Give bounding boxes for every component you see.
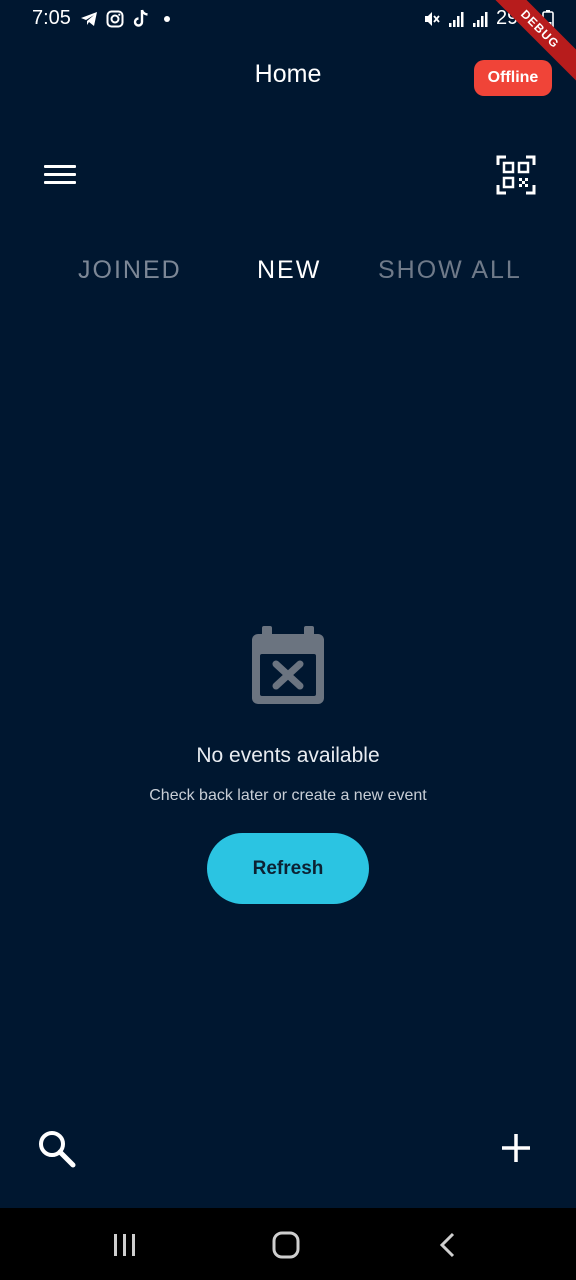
tab-new[interactable]: NEW: [257, 256, 321, 285]
status-bar: 7:05: [0, 0, 576, 38]
search-icon: [39, 1131, 76, 1168]
home-screen: 7:05 DEBUG Home Offline JOINED NEW SHOW …: [0, 0, 576, 1280]
event-tabs: JOINED NEW SHOW ALL: [0, 256, 576, 292]
refresh-button[interactable]: Refresh: [207, 833, 369, 904]
back-icon: [439, 1232, 455, 1258]
status-time: 7:05: [32, 7, 71, 29]
mute-icon: [425, 11, 440, 26]
tiktok-icon: [133, 9, 148, 27]
recent-apps-icon: [114, 1234, 135, 1256]
hamburger-menu-icon: [44, 173, 76, 176]
add-icon: [502, 1134, 530, 1162]
notification-dot-icon: [164, 16, 170, 22]
calendar-cancel-icon: [252, 626, 324, 704]
home-nav-button[interactable]: [272, 1231, 300, 1259]
qr-code-scan-icon: [496, 155, 536, 195]
signal-icon: [449, 11, 464, 27]
signal-icon: [473, 11, 488, 27]
recent-apps-button[interactable]: [112, 1233, 138, 1257]
hamburger-menu-icon: [44, 165, 76, 168]
instagram-icon: [106, 10, 124, 28]
hamburger-menu-icon: [44, 181, 76, 184]
offline-status-badge: Offline: [474, 60, 552, 96]
qr-scan-button[interactable]: [496, 155, 536, 195]
telegram-icon: [81, 12, 97, 26]
search-button[interactable]: [36, 1128, 78, 1170]
back-nav-button[interactable]: [438, 1232, 458, 1258]
home-icon: [272, 1231, 300, 1259]
add-event-button[interactable]: [498, 1130, 534, 1166]
menu-button[interactable]: [40, 158, 80, 192]
empty-state-title: No events available: [196, 744, 380, 767]
status-notification-icons: [80, 9, 170, 29]
tab-joined[interactable]: JOINED: [78, 256, 182, 285]
empty-state-subtitle: Check back later or create a new event: [149, 787, 427, 804]
tab-show-all[interactable]: SHOW ALL: [378, 256, 522, 285]
